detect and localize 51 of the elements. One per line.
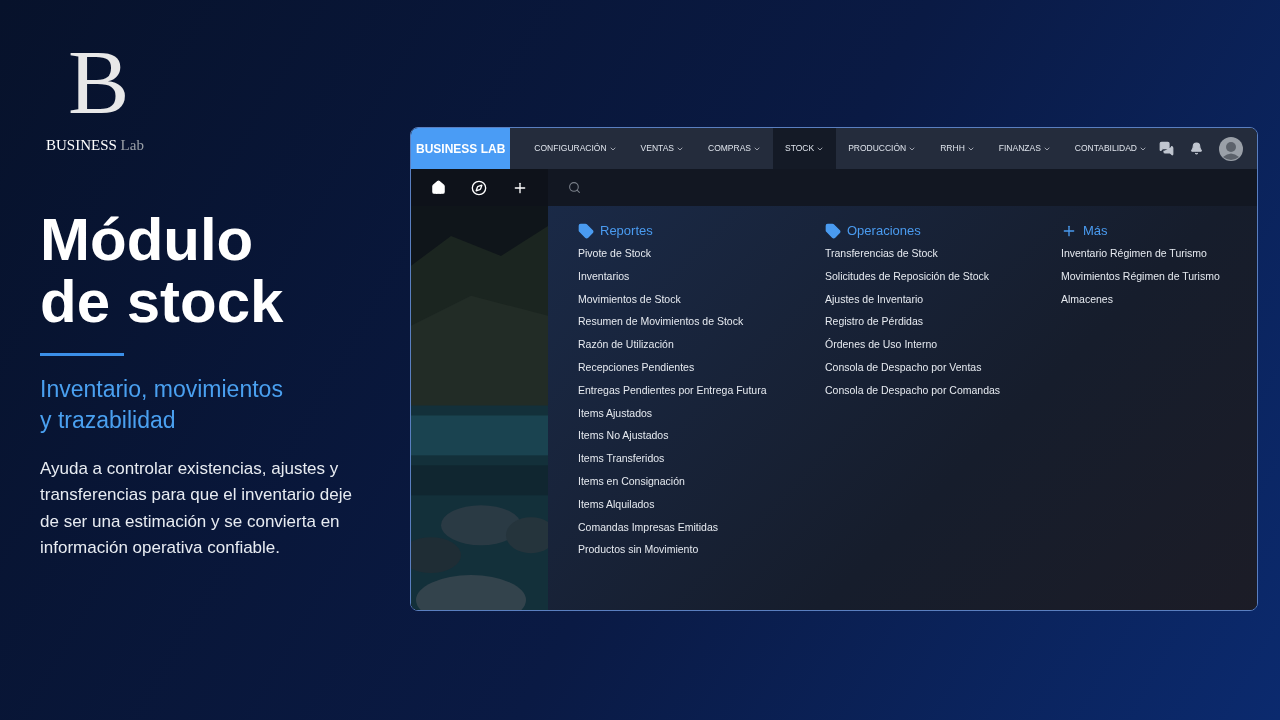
menu-section-title: Operaciones [847, 221, 921, 240]
menu-item[interactable]: Consola de Despacho por Ventas [825, 356, 982, 379]
chat-icon[interactable] [1159, 141, 1174, 156]
menu-item[interactable]: Consola de Despacho por Comandas [825, 378, 1001, 402]
hero-description: Ayuda a controlar existencias, ajustes y transferencias para que el inventario deje de ser una estimación y se convierta en información operativa confiable. [40, 457, 353, 559]
nav-tab[interactable]: RRHH [928, 128, 987, 169]
menu-item[interactable]: Items en Consignación [578, 469, 685, 493]
menu-item[interactable]: Items Transferidos [578, 447, 665, 470]
notification-icon[interactable] [1190, 142, 1203, 155]
logo-text: BUSINESS Lab [46, 136, 144, 155]
tag-icon [825, 222, 841, 239]
nav-tab[interactable]: FINANZAS [986, 128, 1063, 169]
menu-item[interactable]: Recepciones Pendientes [578, 356, 695, 379]
nav-tab[interactable]: COMPRAS [696, 128, 773, 169]
menu-item[interactable]: Items No Ajustados [578, 424, 669, 448]
menu-item[interactable]: Pivote de Stock [578, 242, 651, 265]
menu-item[interactable]: Transferencias de Stock [825, 242, 938, 265]
menu-item[interactable]: Comandas Impresas Emitidas [578, 515, 719, 539]
menu-item[interactable]: Ajustes de Inventario [825, 287, 924, 311]
compass-icon[interactable] [471, 179, 487, 196]
brand-name: BUSINESS LAB [416, 140, 506, 158]
menu-item[interactable]: Órdenes de Uso Interno [825, 333, 938, 356]
menu-item[interactable]: Productos sin Movimiento [578, 538, 699, 562]
hero-subtitle: Inventario, movimientos [40, 374, 284, 404]
tag-icon [578, 222, 594, 239]
menu-section-title: Reportes [600, 221, 653, 240]
menu-item[interactable]: Movimientos de Stock [578, 287, 681, 311]
menu-item[interactable]: Resumen de Movimientos de Stock [578, 310, 744, 334]
menu-item[interactable]: Razón de Utilización [578, 333, 674, 356]
menu-item[interactable]: Entregas Pendientes por Entrega Futura [578, 378, 767, 402]
logo-mark: B [67, 42, 126, 122]
menu-item[interactable]: Inventarios [578, 264, 630, 288]
home-icon[interactable] [431, 180, 447, 195]
hero-subtitle: y trazabilidad [40, 405, 177, 435]
hero-title: de stock [40, 270, 285, 333]
menu-item[interactable]: Movimientos Régimen de Turismo [1061, 264, 1220, 288]
menu-item[interactable]: Inventario Régimen de Turismo [1061, 242, 1207, 265]
menu-item[interactable]: Solicitudes de Reposición de Stock [825, 264, 989, 288]
menu-item[interactable]: Items Ajustados [578, 401, 653, 425]
avatar-icon[interactable] [1219, 136, 1243, 161]
menu-item[interactable]: Registro de Pérdidas [825, 310, 924, 334]
nav-tab[interactable]: CONFIGURACIÓN [522, 128, 629, 169]
menu-item[interactable]: Almacenes [1061, 287, 1113, 311]
menu-item[interactable]: Items Alquilados [578, 492, 655, 516]
hero-title: Módulo [40, 208, 255, 271]
menu-section-title: Más [1083, 221, 1108, 240]
nav-tab[interactable]: CONTABILIDAD [1062, 128, 1159, 169]
nav-tab[interactable]: STOCK [773, 128, 837, 169]
search-icon[interactable] [568, 181, 581, 194]
nav-tab[interactable]: VENTAS [628, 128, 696, 169]
nav-tab[interactable]: PRODUCCIÓN [836, 128, 929, 169]
